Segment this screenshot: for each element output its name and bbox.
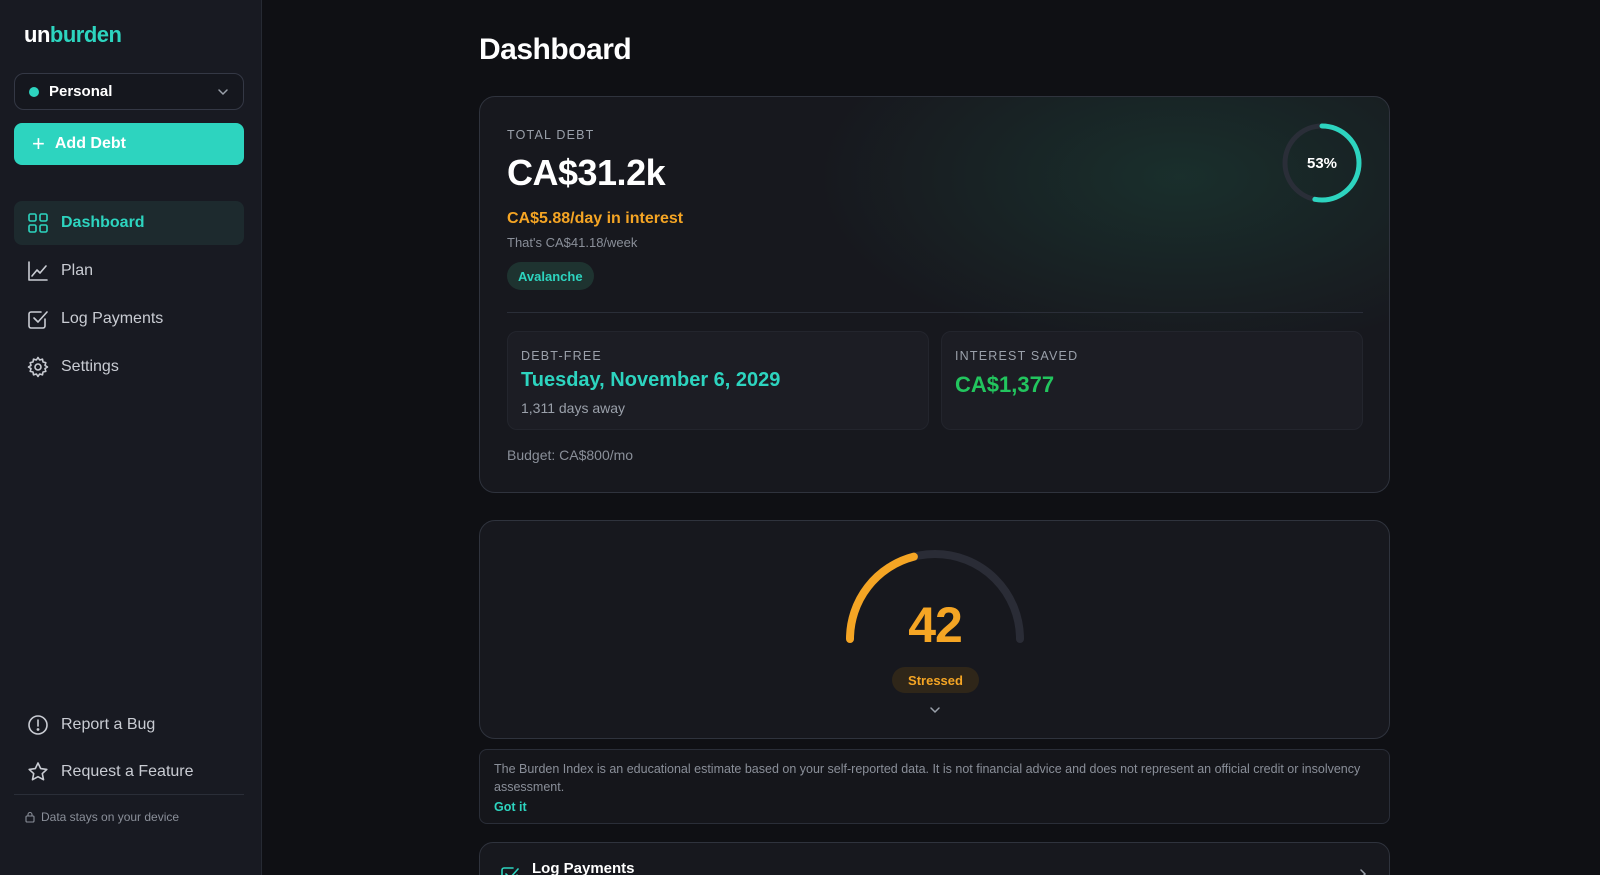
days-away: 1,311 days away	[521, 400, 626, 416]
burden-index-value: 42	[908, 597, 963, 653]
sidebar-item-plan[interactable]: Plan	[14, 249, 244, 293]
disclaimer-banner: The Burden Index is an educational estim…	[479, 749, 1390, 824]
sidebar-item-dashboard[interactable]: Dashboard	[14, 201, 244, 245]
lock-icon	[25, 811, 35, 823]
sidebar-item-label: Plan	[61, 262, 94, 279]
daily-interest: CA$5.88/day in interest	[507, 210, 684, 227]
interest-saved-card: INTEREST SAVED CA$1,377	[941, 331, 1363, 430]
sidebar-item-label: Settings	[61, 358, 119, 375]
chevron-down-icon	[218, 88, 228, 95]
progress-percent: 53%	[1306, 154, 1338, 172]
log-payments-title: Log Payments	[532, 860, 635, 875]
debt-free-date: Tuesday, November 6, 2029	[521, 369, 781, 391]
gear-icon	[27, 356, 49, 378]
burden-index-card[interactable]: 42 Stressed	[479, 520, 1390, 739]
sidebar-divider	[14, 794, 244, 795]
add-debt-label: Add Debt	[54, 135, 126, 152]
chevron-down-icon[interactable]	[928, 703, 942, 717]
log-payments-card[interactable]: Log Payments	[479, 842, 1390, 875]
checkbox-icon	[501, 867, 519, 875]
card-divider	[507, 312, 1363, 313]
logo-text-burden: burden	[49, 22, 122, 47]
got-it-button[interactable]: Got it	[494, 800, 527, 814]
plus-icon: +	[32, 131, 45, 156]
star-icon	[28, 762, 48, 781]
debt-free-card: DEBT-FREE Tuesday, November 6, 2029 1,31…	[507, 331, 929, 430]
workspace-label: Personal	[49, 83, 113, 100]
request-feature-link[interactable]: Request a Feature	[14, 750, 244, 794]
line-chart-icon	[28, 261, 48, 281]
report-bug-label: Report a Bug	[61, 716, 156, 733]
total-debt-card: TOTAL DEBT CA$31.2k CA$5.88/day in inter…	[479, 96, 1390, 493]
grid-icon	[28, 213, 48, 233]
request-feature-label: Request a Feature	[61, 763, 194, 780]
interest-saved-value: CA$1,377	[955, 372, 1055, 397]
sidebar: unburden Personal + Add Debt Dashboard P…	[0, 0, 262, 875]
workspace-status-dot	[29, 86, 39, 97]
total-debt-value: CA$31.2k	[507, 152, 666, 193]
workspace-selector[interactable]: Personal	[14, 73, 244, 110]
strategy-badge[interactable]: Avalanche	[507, 262, 594, 290]
app-logo[interactable]: unburden	[24, 22, 122, 48]
burden-status-badge: Stressed	[892, 667, 979, 693]
monthly-budget: Budget: CA$800/mo	[507, 447, 634, 463]
add-debt-button[interactable]: + Add Debt	[14, 123, 244, 165]
sidebar-item-label: Dashboard	[61, 214, 145, 231]
sidebar-item-settings[interactable]: Settings	[14, 345, 244, 389]
interest-saved-label: INTEREST SAVED	[955, 349, 1079, 363]
logo-text-un: un	[24, 22, 50, 47]
total-debt-label: TOTAL DEBT	[507, 128, 595, 142]
device-note-text: Data stays on your device	[41, 810, 180, 824]
checkbox-icon	[28, 311, 48, 329]
debt-free-label: DEBT-FREE	[521, 349, 602, 363]
sidebar-item-log-payments[interactable]: Log Payments	[14, 297, 244, 341]
weekly-interest: That's CA$41.18/week	[507, 235, 638, 250]
page-title: Dashboard	[479, 33, 632, 66]
alert-circle-icon	[28, 715, 48, 735]
chevron-right-icon	[1360, 869, 1367, 875]
sidebar-item-label: Log Payments	[61, 310, 164, 327]
device-privacy-note: Data stays on your device	[24, 810, 179, 824]
report-bug-link[interactable]: Report a Bug	[14, 703, 244, 747]
disclaimer-text: The Burden Index is an educational estim…	[494, 762, 1361, 794]
